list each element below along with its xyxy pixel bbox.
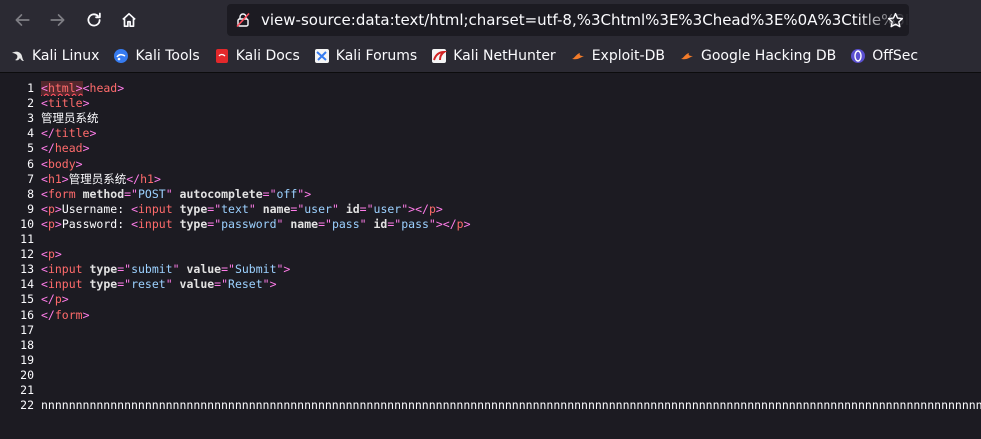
bookmark-offsec[interactable]: OffSec xyxy=(844,43,924,69)
kali-forums-icon xyxy=(314,48,330,64)
line-code: </p> xyxy=(41,292,69,307)
line-number: 2 xyxy=(27,96,34,111)
home-button[interactable] xyxy=(115,6,143,34)
exploit-db-icon xyxy=(570,48,586,64)
line-number: 8 xyxy=(27,186,34,201)
source-line: 15 </p> xyxy=(0,292,981,307)
url-text: view-source:data:text/html;charset=utf-8… xyxy=(261,11,909,29)
line-number: 10 xyxy=(20,216,34,231)
view-source-content: 1 <html><head> 2 <title> 3 管理员系统 4 </title> 5 </h… xyxy=(0,73,981,439)
source-line: 21 xyxy=(0,383,981,398)
source-line: 3 管理员系统 xyxy=(0,111,981,126)
line-number: 1 xyxy=(27,81,34,95)
line-number: 5 xyxy=(27,141,34,156)
line-code: </title> xyxy=(41,126,97,141)
line-code: <input type="reset" value="Reset"> xyxy=(41,277,277,292)
line-code: <h1>管理员系统</h1> xyxy=(41,171,161,186)
bookmark-google-hacking-db[interactable]: Google Hacking DB xyxy=(673,43,842,69)
page-info-icon[interactable] xyxy=(233,10,253,30)
home-icon xyxy=(122,12,136,28)
line-number: 6 xyxy=(27,156,34,171)
source-line: 5 </head> xyxy=(0,141,981,156)
line-number: 16 xyxy=(20,307,34,322)
line-number: 18 xyxy=(20,337,34,352)
line-code: 管理员系统 xyxy=(41,111,99,126)
line-code: </form> xyxy=(41,307,90,322)
line-code: <form method="POST" autocomplete="off"> xyxy=(41,186,312,201)
source-line: 6 <body> xyxy=(0,157,981,172)
source-line: 14 <input type="reset" value="Reset"> xyxy=(0,277,981,292)
forward-button[interactable] xyxy=(44,6,72,34)
line-number: 14 xyxy=(20,277,34,292)
line-code: <title> xyxy=(41,96,90,111)
source-line: 10 <p>Password: <input type="password" na… xyxy=(0,217,981,232)
source-line: 2 <title> xyxy=(0,96,981,111)
line-number: 19 xyxy=(20,352,34,367)
kali-nethunter-icon xyxy=(431,48,448,64)
kali-docs-icon xyxy=(214,48,230,64)
bookmarks-toolbar: Kali Linux Kali Tools Kali Docs Kali For… xyxy=(0,40,981,73)
line-number: 3 xyxy=(27,111,34,126)
source-line: 18 xyxy=(0,338,981,353)
line-code: <html><head> xyxy=(41,81,125,95)
forward-arrow-icon xyxy=(50,14,65,26)
line-number: 7 xyxy=(27,171,34,186)
line-number: 22 xyxy=(20,398,34,413)
line-number: 12 xyxy=(20,247,34,262)
line-number: 4 xyxy=(27,126,34,141)
line-number: 9 xyxy=(27,201,34,216)
offsec-icon xyxy=(850,48,866,64)
source-line: 4 </title> xyxy=(0,126,981,141)
source-line: 8 <form method="POST" autocomplete="off"> xyxy=(0,187,981,202)
bookmark-exploit-db[interactable]: Exploit-DB xyxy=(564,43,671,69)
source-line: 11 xyxy=(0,232,981,247)
line-code: <p>Username: <input type="text" name="us… xyxy=(41,201,443,216)
bookmark-kali-forums[interactable]: Kali Forums xyxy=(308,43,423,69)
bookmark-star-icon[interactable] xyxy=(883,8,907,32)
source-line: 20 xyxy=(0,368,981,383)
source-line: 7 <h1>管理员系统</h1> xyxy=(0,172,981,187)
line-code: <body> xyxy=(41,156,83,171)
navigation-toolbar: view-source:data:text/html;charset=utf-8… xyxy=(0,0,981,40)
back-button[interactable] xyxy=(8,6,36,34)
line-code: <input type="submit" value="Submit"> xyxy=(41,262,291,277)
kali-dragon-icon xyxy=(10,48,26,64)
reload-button[interactable] xyxy=(80,6,108,34)
source-line: 16 </form> xyxy=(0,308,981,323)
bookmark-kali-tools[interactable]: Kali Tools xyxy=(107,43,205,69)
back-arrow-icon xyxy=(15,14,30,26)
source-line: 17 xyxy=(0,323,981,338)
line-number: 17 xyxy=(20,322,34,337)
source-line: 9 <p>Username: <input type="text" name="u… xyxy=(0,202,981,217)
line-code: <p>Password: <input type="password" name… xyxy=(41,216,471,231)
source-line: 13 <input type="submit" value="Submit"> xyxy=(0,262,981,277)
reload-icon xyxy=(87,12,101,27)
source-line: 19 xyxy=(0,353,981,368)
line-number: 21 xyxy=(20,383,34,397)
line-number: 20 xyxy=(20,367,34,382)
source-line: 1 <html><head> xyxy=(0,81,981,96)
line-code: <p> xyxy=(41,247,62,262)
line-number: 13 xyxy=(20,262,34,277)
kali-tools-icon xyxy=(113,48,129,64)
line-code: </head> xyxy=(41,141,90,156)
line-code: nnnnnnnnnnnnnnnnnnnnnnnnnnnnnnnnnnnnnnnn… xyxy=(41,398,981,413)
source-line: 12 <p> xyxy=(0,247,981,262)
ghdb-icon xyxy=(679,48,695,64)
bookmark-kali-docs[interactable]: Kali Docs xyxy=(208,43,306,69)
line-number: 11 xyxy=(20,232,34,246)
line-number: 15 xyxy=(20,292,34,307)
bookmark-kali-nethunter[interactable]: Kali NetHunter xyxy=(425,43,561,69)
bookmark-kali-linux[interactable]: Kali Linux xyxy=(4,43,105,69)
source-line: 22 nnnnnnnnnnnnnnnnnnnnnnnnnnnnnnnnnnnnnn… xyxy=(0,398,981,413)
url-bar[interactable]: view-source:data:text/html;charset=utf-8… xyxy=(227,4,909,36)
